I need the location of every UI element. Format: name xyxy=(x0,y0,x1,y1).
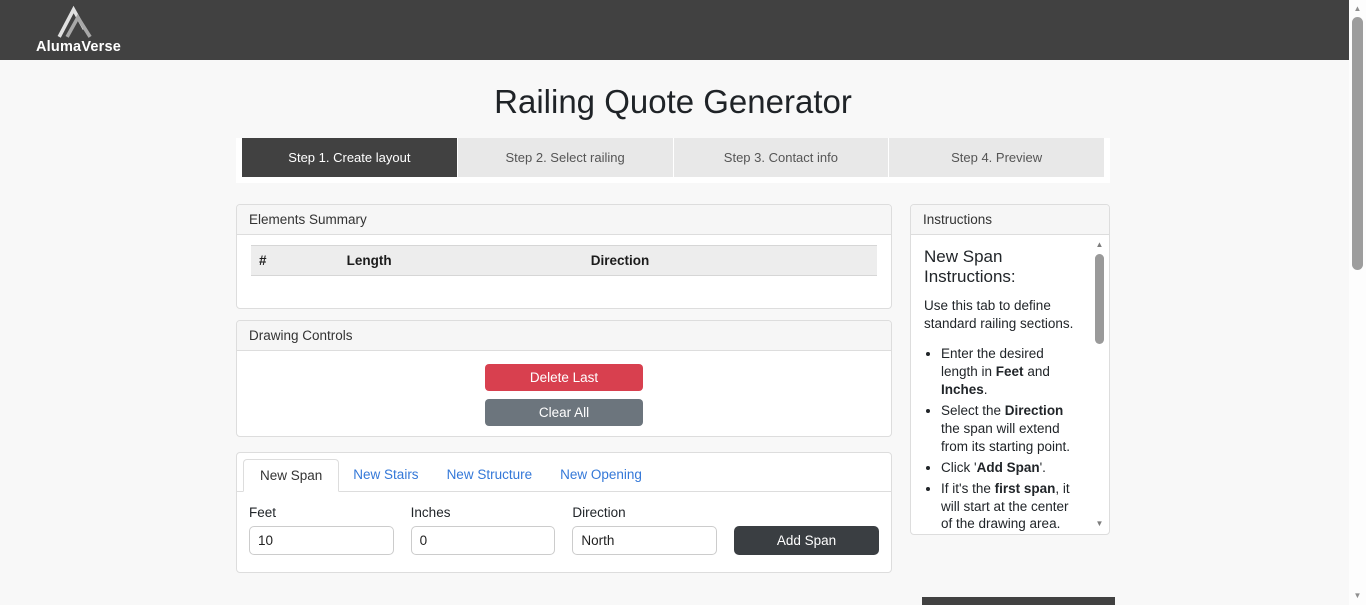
step-tab-4[interactable]: Step 4. Preview xyxy=(889,138,1104,177)
summary-column-header: Direction xyxy=(583,246,877,276)
scroll-down-icon[interactable]: ▼ xyxy=(1092,519,1107,529)
scroll-up-icon[interactable]: ▲ xyxy=(1349,4,1366,14)
elements-summary-panel: Elements Summary #LengthDirection xyxy=(236,204,892,309)
direction-label: Direction xyxy=(572,505,717,520)
clear-all-button[interactable]: Clear All xyxy=(485,399,643,426)
instructions-title: Instructions xyxy=(911,205,1109,235)
summary-header-row: #LengthDirection xyxy=(251,246,877,276)
span-form-body: Feet Inches Direction Add Span xyxy=(237,492,891,555)
inches-label: Inches xyxy=(411,505,556,520)
instruction-item: Enter the desired length in Feet and Inc… xyxy=(941,345,1083,399)
instructions-scrollbar-thumb[interactable] xyxy=(1095,254,1104,344)
instructions-scrollbar[interactable]: ▲ ▼ xyxy=(1092,237,1107,532)
step-tabs: Step 1. Create layoutStep 2. Select rail… xyxy=(236,138,1110,183)
elements-summary-title: Elements Summary xyxy=(237,205,891,235)
new-span-panel: New SpanNew StairsNew StructureNew Openi… xyxy=(236,452,892,573)
step-tab-3[interactable]: Step 3. Contact info xyxy=(674,138,889,177)
instructions-heading: New Span Instructions: xyxy=(924,247,1083,287)
instruction-item: Select the Direction the span will exten… xyxy=(941,402,1083,456)
logo-mark-icon xyxy=(52,5,98,40)
instructions-panel: Instructions New Span Instructions: Use … xyxy=(910,204,1110,535)
span-form-tabs: New SpanNew StairsNew StructureNew Openi… xyxy=(237,453,891,492)
instructions-intro: Use this tab to define standard railing … xyxy=(924,297,1083,333)
elements-summary-table: #LengthDirection xyxy=(251,245,877,276)
step-tab-1[interactable]: Step 1. Create layout xyxy=(242,138,457,177)
feet-field: Feet xyxy=(249,505,394,555)
summary-column-header: Length xyxy=(339,246,583,276)
app-header: AlumaVerse xyxy=(0,0,1366,60)
logo-text: AlumaVerse xyxy=(36,40,114,54)
page-scrollbar-thumb[interactable] xyxy=(1352,17,1363,270)
direction-field: Direction xyxy=(572,505,717,555)
scroll-down-icon[interactable]: ▼ xyxy=(1349,591,1366,601)
inches-input[interactable] xyxy=(411,526,556,555)
feet-label: Feet xyxy=(249,505,394,520)
page-scrollbar[interactable]: ▲ ▼ xyxy=(1349,0,1366,605)
tab-new-structure[interactable]: New Structure xyxy=(433,459,547,491)
instruction-item: Click 'Add Span'. xyxy=(941,459,1083,477)
alumaverse-logo[interactable]: AlumaVerse xyxy=(36,5,114,54)
tab-new-opening[interactable]: New Opening xyxy=(546,459,656,491)
main-column: Elements Summary #LengthDirection Drawin… xyxy=(236,204,892,573)
instructions-list: Enter the desired length in Feet and Inc… xyxy=(924,345,1083,534)
inches-field: Inches xyxy=(411,505,556,555)
scroll-up-icon[interactable]: ▲ xyxy=(1092,240,1107,250)
drawing-controls-body: Delete Last Clear All xyxy=(237,351,891,426)
instruction-item: If it's the first span, it will start at… xyxy=(941,480,1083,534)
delete-last-button[interactable]: Delete Last xyxy=(485,364,643,391)
step-tab-2[interactable]: Step 2. Select railing xyxy=(458,138,673,177)
add-span-column: Add Span xyxy=(734,505,879,555)
drawing-controls-panel: Drawing Controls Delete Last Clear All xyxy=(236,320,892,437)
elements-summary-body: #LengthDirection xyxy=(237,235,891,276)
offscreen-panel-edge xyxy=(922,597,1115,605)
instructions-body: New Span Instructions: Use this tab to d… xyxy=(911,235,1109,534)
tab-new-span[interactable]: New Span xyxy=(243,459,339,492)
tab-new-stairs[interactable]: New Stairs xyxy=(339,459,432,491)
summary-column-header: # xyxy=(251,246,339,276)
page-content: Railing Quote Generator Step 1. Create l… xyxy=(236,60,1110,573)
feet-input[interactable] xyxy=(249,526,394,555)
direction-select[interactable] xyxy=(572,526,717,555)
main-row: Elements Summary #LengthDirection Drawin… xyxy=(236,204,1110,573)
drawing-controls-title: Drawing Controls xyxy=(237,321,891,351)
add-span-button[interactable]: Add Span xyxy=(734,526,879,555)
page-title: Railing Quote Generator xyxy=(236,60,1110,124)
